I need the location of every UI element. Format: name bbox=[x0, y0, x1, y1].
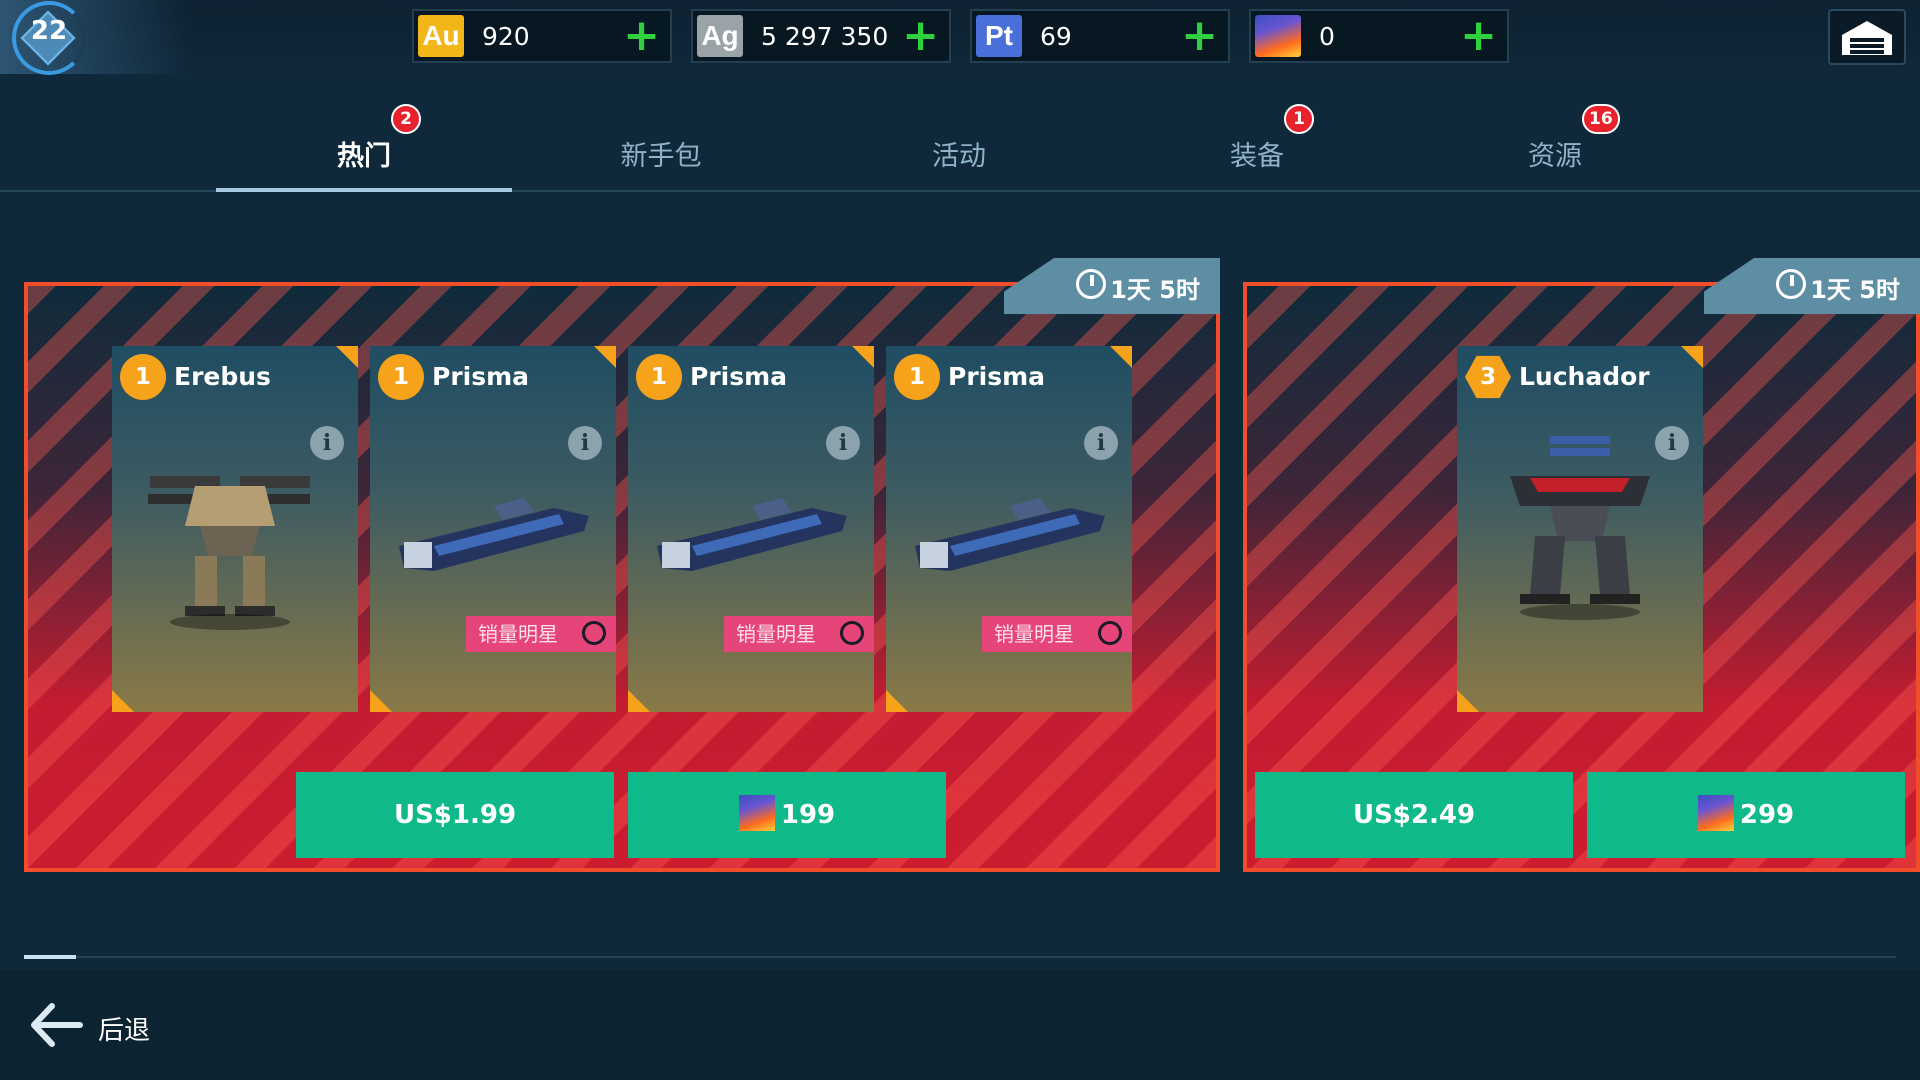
silver-amount: 5 297 350 bbox=[761, 22, 889, 51]
clock-icon bbox=[1776, 269, 1806, 299]
back-button[interactable]: 后退 bbox=[98, 1010, 150, 1047]
buy-gems-button[interactable]: 299 bbox=[1587, 772, 1905, 858]
item-card[interactable]: 1 Prisma i 销量明星 bbox=[370, 346, 616, 712]
category-tabs: 热门 2 新手包 活动 装备 1 资源 16 bbox=[0, 74, 1920, 192]
offer-1-timer: 1天 5时 bbox=[1004, 258, 1220, 314]
tab-resources[interactable]: 资源 bbox=[1455, 134, 1655, 173]
bestseller-label: 销量明星 bbox=[478, 622, 558, 646]
gem-price: 299 bbox=[1739, 800, 1795, 830]
garage-icon bbox=[1842, 21, 1892, 55]
buy-usd-button[interactable]: US$2.49 bbox=[1255, 772, 1573, 858]
active-tab-indicator bbox=[216, 188, 512, 192]
bestseller-label: 销量明星 bbox=[736, 622, 816, 646]
card-corner bbox=[628, 690, 650, 712]
info-icon[interactable]: i bbox=[310, 426, 344, 460]
weapon-prisma-image bbox=[399, 498, 589, 571]
add-platinum-button[interactable]: + bbox=[1181, 14, 1218, 58]
top-bar: 22 Au 920 + Ag 5 297 350 + Pt 69 + 0 + bbox=[0, 0, 1920, 75]
key-gem-icon bbox=[1697, 794, 1734, 831]
scroll-track bbox=[24, 956, 1896, 958]
card-corner bbox=[336, 346, 358, 368]
currency-key-gems: 0 + bbox=[1249, 9, 1509, 63]
tab-equipment[interactable]: 装备 bbox=[1157, 134, 1357, 173]
item-card[interactable]: 3 Luchador i bbox=[1457, 346, 1703, 712]
medal-icon bbox=[1098, 621, 1122, 645]
offer-2-timer: 1天 5时 bbox=[1704, 258, 1920, 314]
offer-1-timer-text: 1天 5时 bbox=[1110, 276, 1200, 304]
garage-button[interactable] bbox=[1828, 9, 1906, 65]
item-name: Prisma bbox=[690, 362, 788, 391]
offer-2-timer-text: 1天 5时 bbox=[1810, 276, 1900, 304]
card-corner bbox=[370, 690, 392, 712]
tier-badge: 3 bbox=[1465, 355, 1511, 399]
add-silver-button[interactable]: + bbox=[902, 14, 939, 58]
buy-usd-button[interactable]: US$1.99 bbox=[296, 772, 614, 858]
item-card[interactable]: 1 Erebus i bbox=[112, 346, 358, 712]
buy-gems-button[interactable]: 199 bbox=[628, 772, 946, 858]
card-corner bbox=[1110, 346, 1132, 368]
add-key-gems-button[interactable]: + bbox=[1460, 14, 1497, 58]
clock-icon bbox=[1076, 269, 1106, 299]
item-name: Prisma bbox=[432, 362, 530, 391]
key-gem-amount: 0 bbox=[1319, 22, 1335, 51]
player-level[interactable]: 22 bbox=[0, 0, 190, 75]
currency-silver: Ag 5 297 350 + bbox=[691, 9, 951, 63]
tab-hot[interactable]: 热门 bbox=[264, 134, 464, 173]
item-name: Erebus bbox=[174, 362, 271, 391]
bottom-bar bbox=[0, 970, 1920, 1080]
key-gem-icon bbox=[1255, 15, 1301, 57]
scroll-position-indicator[interactable] bbox=[24, 955, 76, 959]
info-icon[interactable]: i bbox=[826, 426, 860, 460]
tier-badge: 1 bbox=[636, 354, 682, 400]
silver-icon: Ag bbox=[697, 15, 743, 57]
bestseller-label: 销量明星 bbox=[994, 622, 1074, 646]
back-arrow-icon[interactable] bbox=[28, 1002, 84, 1048]
robot-erebus-image bbox=[148, 476, 310, 630]
bestseller-tag: 销量明星 bbox=[982, 616, 1132, 652]
gem-price: 199 bbox=[780, 800, 836, 830]
tier-badge: 1 bbox=[894, 354, 940, 400]
level-number: 22 bbox=[30, 16, 68, 46]
add-gold-button[interactable]: + bbox=[623, 14, 660, 58]
weapon-prisma-image bbox=[915, 498, 1105, 571]
currency-gold: Au 920 + bbox=[412, 9, 672, 63]
item-name: Luchador bbox=[1519, 362, 1650, 391]
bestseller-tag: 销量明星 bbox=[724, 616, 874, 652]
tier-badge: 1 bbox=[120, 354, 166, 400]
card-corner bbox=[594, 346, 616, 368]
currency-platinum: Pt 69 + bbox=[970, 9, 1230, 63]
card-corner bbox=[852, 346, 874, 368]
robot-luchador-image bbox=[1510, 436, 1650, 620]
gold-amount: 920 bbox=[482, 22, 530, 51]
card-corner bbox=[1681, 346, 1703, 368]
tab-resources-badge: 16 bbox=[1582, 104, 1620, 134]
platinum-amount: 69 bbox=[1040, 22, 1072, 51]
tier-badge: 1 bbox=[378, 354, 424, 400]
medal-icon bbox=[840, 621, 864, 645]
item-card[interactable]: 1 Prisma i 销量明星 bbox=[886, 346, 1132, 712]
medal-icon bbox=[582, 621, 606, 645]
tab-equipment-badge: 1 bbox=[1284, 104, 1314, 134]
item-name: Prisma bbox=[948, 362, 1046, 391]
key-gem-icon bbox=[738, 794, 775, 831]
card-corner bbox=[1457, 690, 1479, 712]
bestseller-tag: 销量明星 bbox=[466, 616, 616, 652]
weapon-prisma-image bbox=[657, 498, 847, 571]
card-corner bbox=[886, 690, 908, 712]
gold-icon: Au bbox=[418, 15, 464, 57]
info-icon[interactable]: i bbox=[568, 426, 602, 460]
info-icon[interactable]: i bbox=[1084, 426, 1118, 460]
tab-hot-badge: 2 bbox=[391, 104, 421, 134]
tab-events[interactable]: 活动 bbox=[859, 134, 1059, 173]
platinum-icon: Pt bbox=[976, 15, 1022, 57]
tab-starter-packs[interactable]: 新手包 bbox=[561, 134, 761, 173]
card-corner bbox=[112, 690, 134, 712]
item-card[interactable]: 1 Prisma i 销量明星 bbox=[628, 346, 874, 712]
